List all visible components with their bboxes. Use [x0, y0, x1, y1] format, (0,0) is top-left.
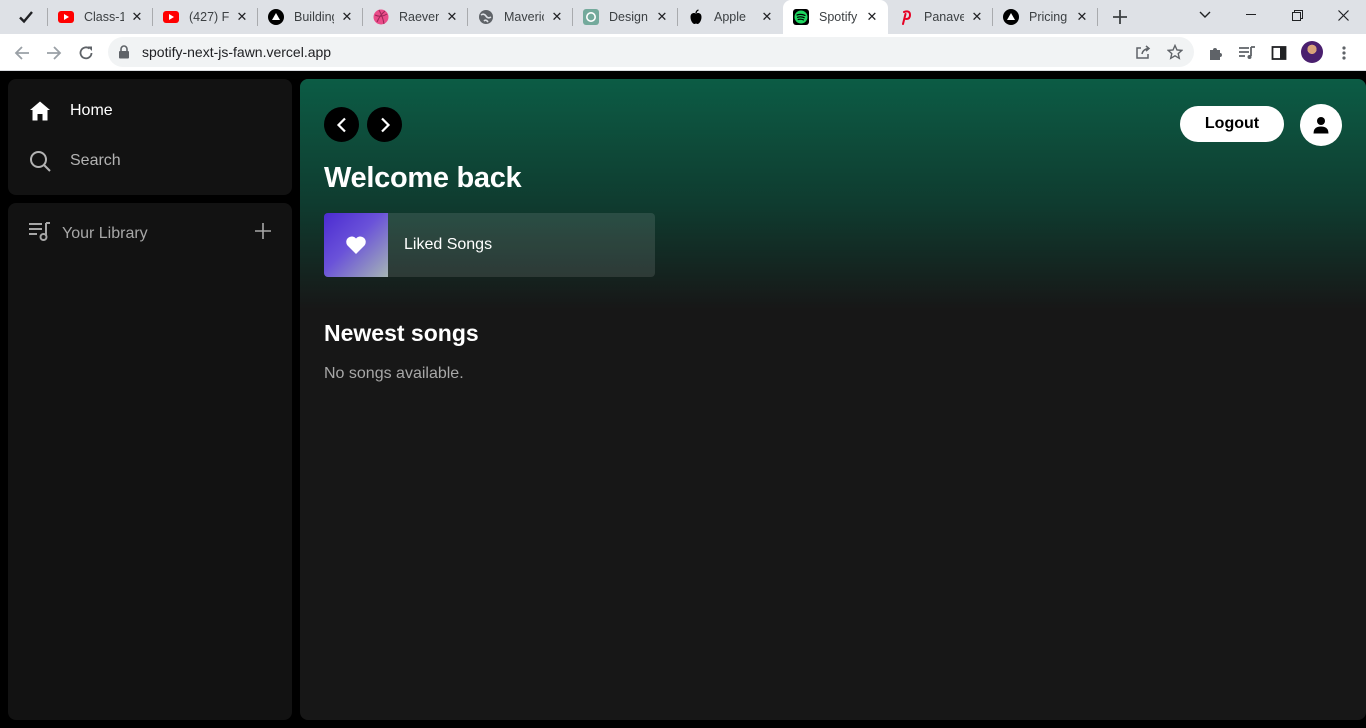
- url-text: spotify-next-js-fawn.vercel.app: [142, 44, 332, 60]
- nextjs-icon: [268, 9, 284, 25]
- chevron-right-icon: [380, 117, 390, 132]
- sidebar-item-home[interactable]: Home: [28, 99, 113, 123]
- library-icon: [28, 220, 52, 247]
- tab-title: Building: [294, 10, 334, 24]
- sidebar-item-label: Search: [70, 152, 121, 169]
- empty-state-text: No songs available.: [324, 365, 464, 382]
- library-header[interactable]: Your Library: [28, 220, 148, 247]
- sidebar-item-label: Home: [70, 102, 113, 119]
- tab-pricing[interactable]: Pricing ✕: [993, 0, 1098, 34]
- liked-songs-card[interactable]: Liked Songs: [324, 213, 655, 277]
- forward-arrow-icon[interactable]: [40, 39, 68, 67]
- tab-class-1[interactable]: Class-1 ✕: [48, 0, 153, 34]
- profile-avatar[interactable]: [1301, 41, 1323, 63]
- tab-apple[interactable]: Apple ✕: [678, 0, 783, 34]
- side-panel-icon[interactable]: [1270, 44, 1288, 62]
- lock-icon: [118, 45, 130, 64]
- sidebar-item-search[interactable]: Search: [28, 149, 121, 173]
- close-icon[interactable]: ✕: [864, 9, 880, 25]
- tab-maveric[interactable]: Maveric ✕: [468, 0, 573, 34]
- tab-title: Apple: [714, 10, 746, 24]
- tab-pinned-check[interactable]: [0, 0, 48, 34]
- more-vert-icon[interactable]: [1335, 44, 1353, 62]
- heart-icon: [346, 236, 366, 254]
- main-content: Logout Welcome back Liked Songs Newest s…: [300, 79, 1366, 720]
- extensions-puzzle-icon[interactable]: [1207, 44, 1225, 62]
- add-to-library-icon[interactable]: [252, 220, 274, 242]
- logout-button[interactable]: Logout: [1180, 106, 1284, 142]
- dribbble-icon: [373, 9, 389, 25]
- tab-panavei[interactable]: Panavei ✕: [888, 0, 993, 34]
- close-icon[interactable]: ✕: [1074, 9, 1090, 25]
- tab-building[interactable]: Building ✕: [258, 0, 363, 34]
- close-icon[interactable]: ✕: [759, 9, 775, 25]
- bookmark-star-icon[interactable]: [1167, 44, 1183, 60]
- apple-icon: [688, 9, 704, 25]
- tab-title: Raeven: [399, 10, 439, 24]
- restore-button[interactable]: [1274, 0, 1320, 30]
- check-icon: [18, 9, 34, 25]
- share-icon[interactable]: [1135, 44, 1151, 60]
- tab-title: Pricing: [1029, 10, 1068, 24]
- new-tab-button[interactable]: [1108, 5, 1132, 29]
- liked-songs-label: Liked Songs: [404, 236, 493, 253]
- browser-toolbar: spotify-next-js-fawn.vercel.app: [0, 34, 1366, 71]
- tab-design[interactable]: Design ✕: [573, 0, 678, 34]
- tab-youtube-427[interactable]: (427) Fu ✕: [153, 0, 258, 34]
- tab-title: Panavei: [924, 10, 964, 24]
- back-arrow-icon[interactable]: [8, 39, 36, 67]
- youtube-icon: [58, 9, 74, 25]
- search-icon: [28, 149, 52, 173]
- page-title: Welcome back: [324, 162, 522, 194]
- user-icon: [1313, 117, 1329, 134]
- newest-songs-heading: Newest songs: [324, 320, 479, 346]
- close-icon[interactable]: ✕: [549, 9, 565, 25]
- library-label: Your Library: [62, 224, 148, 242]
- pinterest-icon: [898, 9, 914, 25]
- tab-raeven[interactable]: Raeven ✕: [363, 0, 468, 34]
- close-icon[interactable]: ✕: [654, 9, 670, 25]
- nextjs-icon: [1003, 9, 1019, 25]
- user-profile-button[interactable]: [1300, 104, 1342, 146]
- openai-icon: [583, 9, 599, 25]
- close-icon[interactable]: ✕: [234, 9, 250, 25]
- tab-title: Maveric: [504, 10, 544, 24]
- tab-title: Spotify: [819, 10, 858, 24]
- spotify-icon: [793, 9, 809, 25]
- chevron-left-icon: [336, 117, 346, 132]
- sidebar-nav-panel: Home Search: [8, 79, 292, 195]
- tab-spotify[interactable]: Spotify ✕: [783, 0, 888, 34]
- back-button[interactable]: [324, 107, 359, 142]
- minimize-button[interactable]: [1228, 0, 1274, 30]
- home-icon: [28, 99, 52, 123]
- media-queue-icon[interactable]: [1238, 44, 1256, 62]
- close-icon[interactable]: ✕: [129, 9, 145, 25]
- tab-title: Design: [609, 10, 648, 24]
- youtube-icon: [163, 9, 179, 25]
- close-icon[interactable]: ✕: [339, 9, 355, 25]
- close-icon[interactable]: ✕: [444, 9, 460, 25]
- tab-search-chevron-icon[interactable]: [1182, 0, 1228, 30]
- address-bar[interactable]: spotify-next-js-fawn.vercel.app: [108, 37, 1194, 67]
- close-window-button[interactable]: [1320, 0, 1366, 30]
- library-panel: Your Library: [8, 203, 292, 720]
- liked-songs-cover: [324, 213, 388, 277]
- close-icon[interactable]: ✕: [969, 9, 985, 25]
- tab-title: Class-1: [84, 10, 124, 24]
- globe-icon: [478, 9, 494, 25]
- reload-icon[interactable]: [72, 39, 100, 67]
- tab-title: (427) Fu: [189, 10, 229, 24]
- browser-tab-strip: Class-1 ✕ (427) Fu ✕ Building ✕ Raeven ✕…: [0, 0, 1366, 34]
- forward-button[interactable]: [367, 107, 402, 142]
